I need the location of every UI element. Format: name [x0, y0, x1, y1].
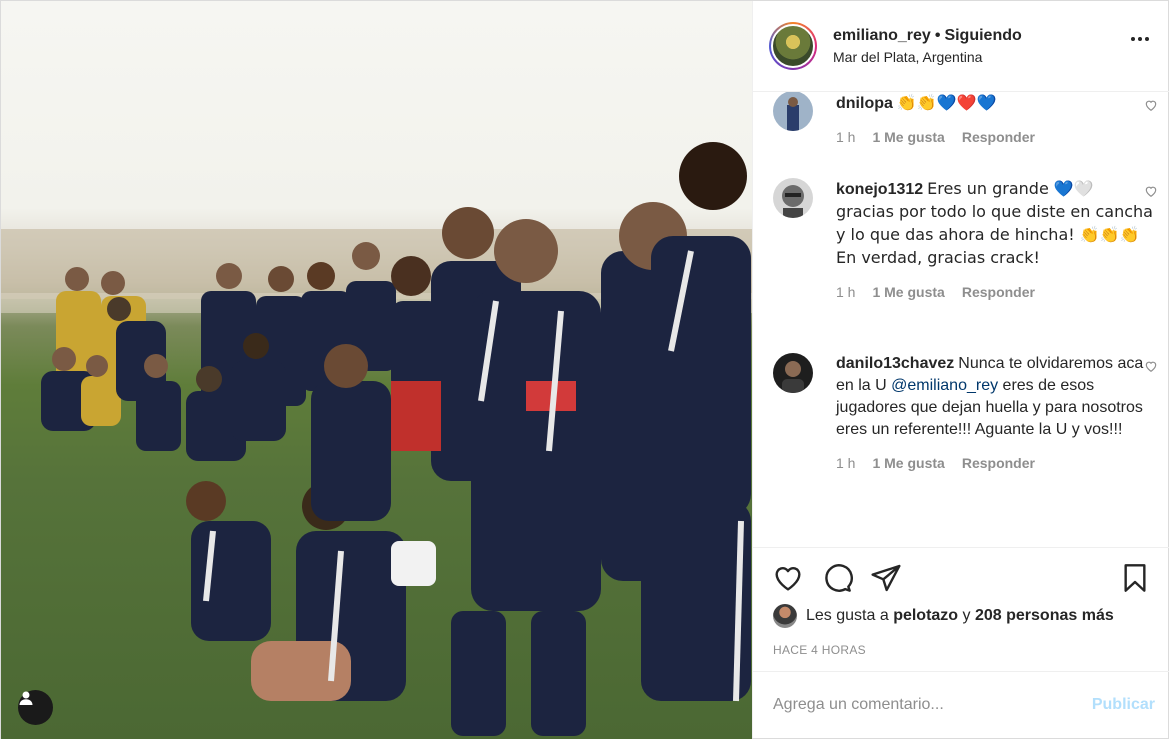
- user-icon: [19, 691, 33, 705]
- author-username[interactable]: emiliano_rey: [833, 27, 931, 44]
- comment-username[interactable]: danilo13chavez: [836, 355, 954, 372]
- team-photo-illustration: [1, 142, 752, 736]
- liker-username[interactable]: pelotazo: [893, 607, 958, 625]
- likes-summary[interactable]: Les gusta a pelotazo y 208 personas más: [773, 604, 1114, 628]
- like-comment-button[interactable]: [1144, 98, 1158, 117]
- commenter-avatar[interactable]: [773, 92, 813, 131]
- comment-time[interactable]: 1 h: [836, 284, 855, 300]
- publish-button[interactable]: Publicar: [1092, 696, 1155, 714]
- comment-meta: 1 h 1 Me gusta Responder: [836, 284, 1153, 300]
- likes-others-count[interactable]: 208 personas más: [975, 607, 1114, 625]
- commenter-avatar[interactable]: [773, 353, 813, 393]
- post-timestamp[interactable]: HACE 4 HORAS: [773, 643, 866, 657]
- heart-icon: [1145, 100, 1157, 111]
- heart-icon: [1145, 361, 1157, 372]
- comment-item: dnilopa 👏👏💙❤️💙 1 h 1 Me gusta Responder: [773, 92, 1157, 145]
- likes-connector: y: [962, 607, 971, 624]
- follow-status-button[interactable]: Siguiendo: [944, 27, 1021, 44]
- comment-likes[interactable]: 1 Me gusta: [872, 455, 944, 471]
- save-button[interactable]: [1119, 562, 1151, 599]
- comment-time[interactable]: 1 h: [836, 129, 855, 145]
- add-comment-bar: Publicar: [753, 671, 1169, 738]
- author-avatar[interactable]: [769, 22, 817, 70]
- paper-plane-icon: [871, 564, 901, 592]
- separator-dot: •: [934, 27, 941, 44]
- post-actions-bar: [753, 547, 1169, 610]
- comment-text: 👏👏💙❤️💙: [896, 93, 997, 112]
- post-side-panel: emiliano_rey • Siguiendo Mar del Plata, Ar…: [752, 1, 1169, 738]
- reply-button[interactable]: Responder: [962, 455, 1035, 471]
- comment-username[interactable]: konejo1312: [836, 181, 923, 198]
- heart-icon: [1145, 186, 1157, 197]
- more-options-button[interactable]: [1131, 37, 1149, 41]
- post-photo[interactable]: [1, 1, 752, 739]
- like-comment-button[interactable]: [1144, 359, 1158, 378]
- more-horizontal-icon: [1131, 37, 1135, 41]
- comments-list[interactable]: dnilopa 👏👏💙❤️💙 1 h 1 Me gusta Responder k: [753, 92, 1169, 547]
- like-button[interactable]: [772, 562, 804, 599]
- comment-username[interactable]: dnilopa: [836, 95, 893, 112]
- reply-button[interactable]: Responder: [962, 284, 1035, 300]
- reply-button[interactable]: Responder: [962, 129, 1035, 145]
- comment-meta: 1 h 1 Me gusta Responder: [836, 129, 1153, 145]
- post-header: emiliano_rey • Siguiendo Mar del Plata, Ar…: [753, 1, 1169, 92]
- comment-button[interactable]: [821, 562, 853, 599]
- liker-avatar: [773, 604, 797, 628]
- likes-prefix: Les gusta a: [806, 607, 889, 624]
- comment-item: danilo13chavez Nunca te olvidaremos aca e…: [773, 353, 1157, 471]
- instagram-post: emiliano_rey • Siguiendo Mar del Plata, Ar…: [0, 0, 1169, 739]
- comment-bubble-icon: [825, 564, 853, 592]
- comment-time[interactable]: 1 h: [836, 455, 855, 471]
- tagged-users-button[interactable]: [18, 690, 53, 725]
- comment-likes[interactable]: 1 Me gusta: [872, 129, 944, 145]
- heart-icon: [775, 566, 801, 591]
- comment-likes[interactable]: 1 Me gusta: [872, 284, 944, 300]
- comment-mention-link[interactable]: @emiliano_rey: [891, 377, 998, 394]
- commenter-avatar[interactable]: [773, 178, 813, 218]
- bookmark-icon: [1124, 564, 1146, 592]
- comment-meta: 1 h 1 Me gusta Responder: [836, 455, 1153, 471]
- comment-input[interactable]: [773, 696, 1092, 714]
- comment-item: konejo1312 Eres un grande 💙🤍 gracias por …: [773, 178, 1157, 300]
- post-location[interactable]: Mar del Plata, Argentina: [833, 49, 1022, 65]
- like-comment-button[interactable]: [1144, 184, 1158, 203]
- share-button[interactable]: [870, 562, 902, 599]
